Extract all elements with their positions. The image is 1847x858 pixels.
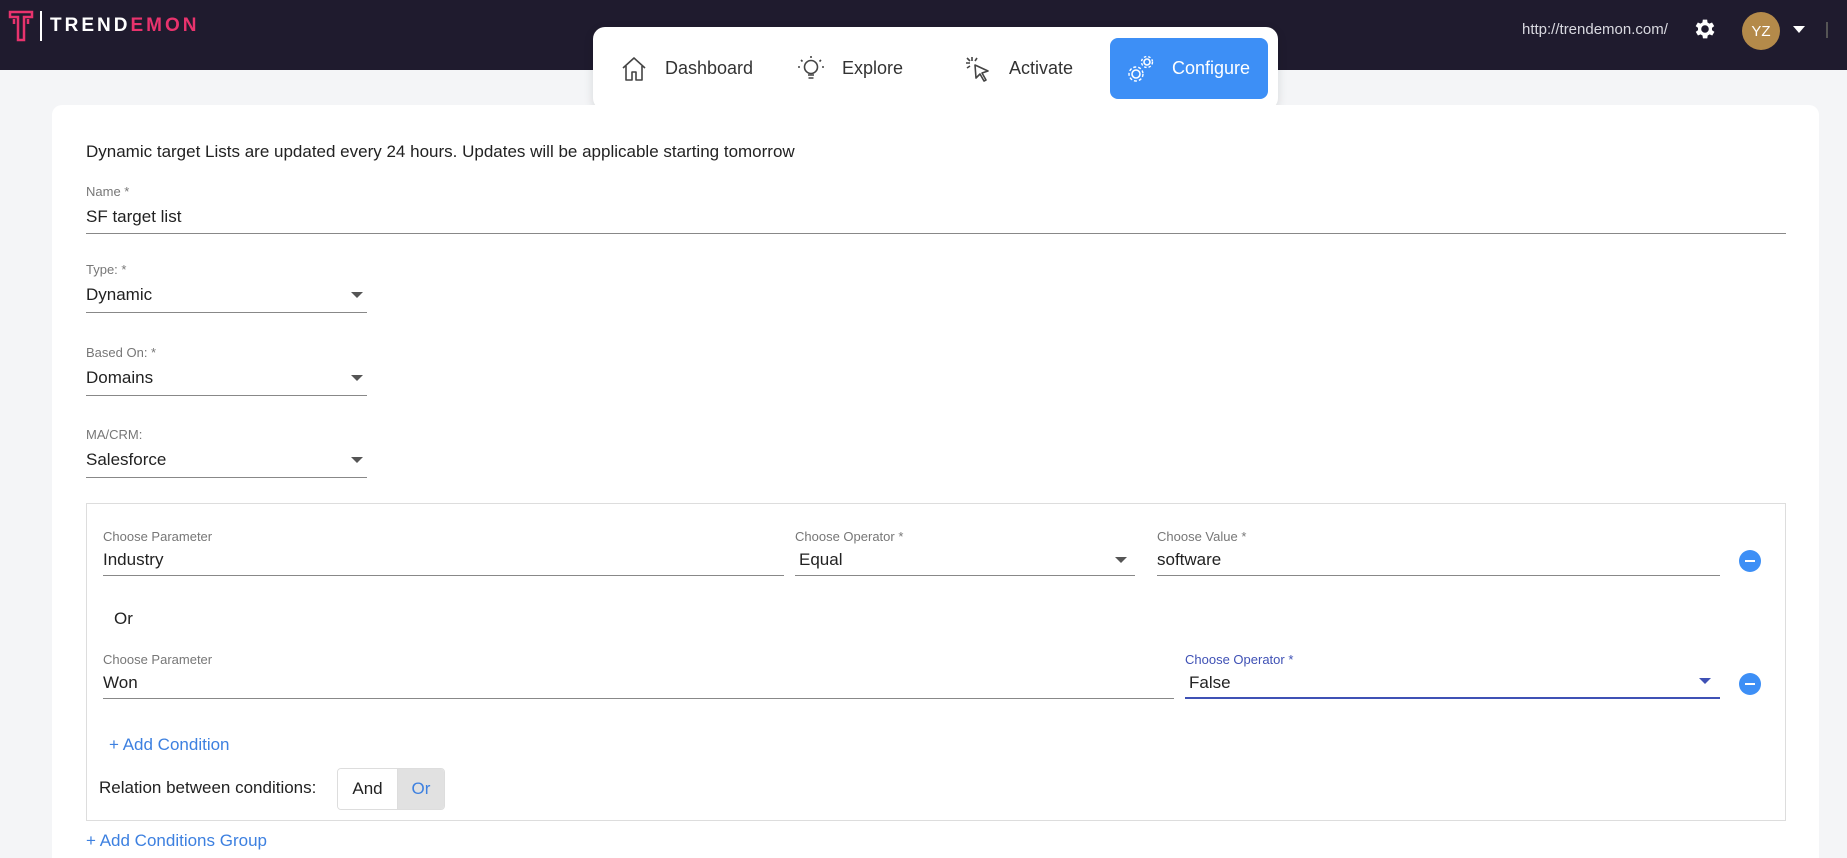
- nav-configure[interactable]: Configure: [1110, 38, 1268, 99]
- chevron-down-icon[interactable]: [351, 375, 363, 381]
- parameter-input[interactable]: Industry: [103, 550, 163, 570]
- gears-icon: [1128, 55, 1154, 82]
- remove-condition-icon[interactable]: [1739, 550, 1761, 572]
- operator-label: Choose Operator *: [795, 529, 904, 544]
- logo[interactable]: TRENDEMON: [8, 10, 199, 42]
- based-on-select[interactable]: Domains: [86, 368, 153, 388]
- target-list-form: Dynamic target Lists are updated every 2…: [52, 105, 1819, 858]
- type-label: Type: *: [86, 262, 127, 277]
- logo-text: TRENDEMON: [50, 15, 200, 36]
- nav-explore[interactable]: Explore: [796, 38, 903, 99]
- main-nav: Dashboard Explore Activate Configure: [593, 27, 1278, 110]
- chevron-down-icon[interactable]: [1115, 557, 1127, 563]
- nav-activate[interactable]: Activate: [963, 38, 1073, 99]
- operator-underline: [795, 575, 1135, 576]
- conditions-group: Choose Parameter Industry Choose Operato…: [86, 503, 1786, 821]
- logo-separator: [40, 11, 42, 41]
- crm-label: MA/CRM:: [86, 427, 143, 442]
- chevron-down-icon[interactable]: [1699, 678, 1711, 684]
- parameter-underline: [103, 575, 784, 576]
- relation-toggle: And Or: [337, 768, 445, 810]
- nav-activate-label: Activate: [1009, 58, 1074, 78]
- site-url[interactable]: http://trendemon.com/: [1522, 21, 1668, 38]
- type-select[interactable]: Dynamic: [86, 285, 152, 305]
- nav-dashboard-label: Dashboard: [665, 58, 754, 78]
- parameter-label: Choose Parameter: [103, 529, 213, 544]
- remove-condition-icon[interactable]: [1739, 673, 1761, 695]
- home-icon: [622, 56, 646, 81]
- or-separator: Or: [114, 609, 133, 628]
- value-input[interactable]: software: [1157, 550, 1221, 570]
- chevron-down-icon[interactable]: [1793, 26, 1805, 33]
- add-condition-link[interactable]: + Add Condition: [109, 735, 230, 755]
- chevron-down-icon[interactable]: [351, 457, 363, 463]
- value-label: Choose Value *: [1157, 529, 1247, 544]
- name-input[interactable]: SF target list: [86, 207, 181, 227]
- name-label: Name *: [86, 184, 130, 199]
- settings-gear-icon[interactable]: [1692, 16, 1718, 42]
- operator-select[interactable]: False: [1189, 673, 1231, 693]
- nav-explore-label: Explore: [842, 58, 904, 78]
- based-on-label: Based On: *: [86, 345, 157, 360]
- nav-dashboard[interactable]: Dashboard: [619, 38, 753, 99]
- crm-underline: [86, 477, 367, 478]
- user-avatar[interactable]: YZ: [1742, 12, 1780, 50]
- info-text: Dynamic target Lists are updated every 2…: [86, 142, 795, 161]
- parameter-underline: [103, 698, 1174, 699]
- parameter-label: Choose Parameter: [103, 652, 213, 667]
- type-underline: [86, 312, 367, 313]
- operator-underline: [1185, 697, 1720, 699]
- value-underline: [1157, 575, 1720, 576]
- add-conditions-group-link[interactable]: + Add Conditions Group: [86, 831, 267, 851]
- parameter-input[interactable]: Won: [103, 673, 138, 693]
- relation-and-button[interactable]: And: [338, 769, 398, 809]
- based-on-underline: [86, 395, 367, 396]
- nav-configure-label: Configure: [1172, 58, 1251, 78]
- relation-or-button[interactable]: Or: [398, 769, 444, 809]
- cursor-click-icon: [966, 56, 989, 82]
- lightbulb-icon: [798, 55, 824, 79]
- operator-label: Choose Operator *: [1185, 652, 1294, 667]
- relation-label: Relation between conditions:: [99, 778, 317, 797]
- operator-select[interactable]: Equal: [799, 550, 842, 570]
- crm-select[interactable]: Salesforce: [86, 450, 166, 470]
- name-underline: [86, 233, 1786, 234]
- trendemon-logo-icon: [8, 10, 34, 42]
- chevron-down-icon[interactable]: [351, 292, 363, 298]
- divider: [1826, 22, 1828, 38]
